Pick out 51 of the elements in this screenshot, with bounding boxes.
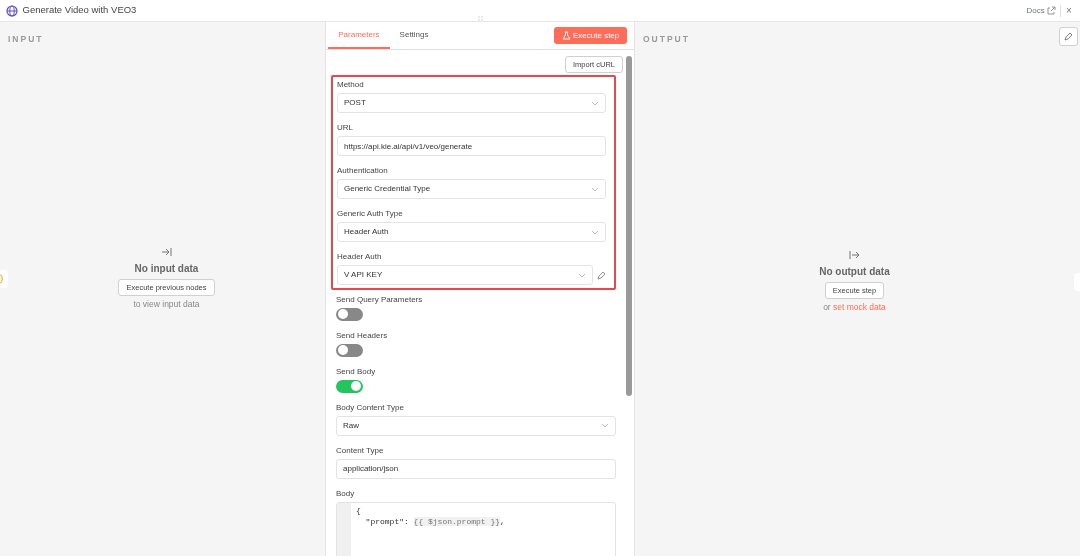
- chevron-down-icon: [577, 272, 586, 278]
- globe-icon: [6, 4, 18, 17]
- arrow-to-bar-icon: [161, 246, 172, 257]
- field-label: Send Query Parameters: [336, 294, 424, 305]
- code-editor[interactable]: { "prompt": {{ $json.prompt }},: [336, 501, 616, 556]
- scrollbar[interactable]: [626, 56, 632, 396]
- empty-message: No input data: [134, 262, 199, 277]
- select-field[interactable]: Raw: [336, 415, 616, 436]
- toggle-switch[interactable]: [336, 307, 363, 321]
- input-field[interactable]: application/json: [336, 458, 616, 479]
- field-label: Header Auth: [337, 252, 383, 263]
- field-label: Send Body: [336, 366, 377, 377]
- select-field[interactable]: POST: [337, 93, 606, 114]
- flask-icon: [561, 31, 571, 40]
- arrow-from-bar-icon: [849, 249, 860, 260]
- drag-handle-icon[interactable]: [478, 16, 483, 21]
- panel-heading: INPUT: [7, 33, 45, 46]
- code-line: {: [355, 505, 362, 516]
- code-line: "prompt": {{ $json.prompt }},: [364, 516, 505, 527]
- chevron-down-icon: [591, 229, 599, 235]
- field-label: Method: [337, 80, 365, 91]
- field-label: Authentication: [337, 166, 389, 177]
- empty-message: No output data: [819, 265, 890, 280]
- pencil-icon: [1064, 32, 1073, 41]
- field-label: Send Headers: [336, 330, 389, 341]
- close-button[interactable]: ×: [1065, 3, 1072, 18]
- panel-heading: OUTPUT: [642, 33, 691, 46]
- field-label: URL: [337, 123, 354, 134]
- chevron-down-icon: [601, 423, 609, 429]
- curly-brace-icon: [0, 273, 4, 284]
- field-label: Generic Auth Type: [337, 209, 404, 220]
- select-field[interactable]: Generic Credential Type: [337, 179, 606, 200]
- select-field[interactable]: Header Auth: [337, 222, 606, 243]
- field-label: Content Type: [336, 445, 385, 456]
- field-label: Body: [336, 488, 356, 499]
- external-link-icon: [1046, 6, 1056, 15]
- chevron-down-icon: [591, 186, 599, 192]
- tab[interactable]: Settings: [389, 22, 439, 49]
- pencil-icon[interactable]: [597, 270, 606, 280]
- input-field[interactable]: https://api.kie.ai/api/v1/veo/generate: [337, 136, 606, 157]
- window-title: Generate Video with VEO3: [22, 3, 137, 18]
- toggle-switch[interactable]: [336, 379, 363, 393]
- docs-link[interactable]: Docs: [1026, 4, 1056, 17]
- chevron-down-icon: [591, 100, 599, 106]
- hint-text: to view input data: [133, 297, 200, 311]
- field-label: Body Content Type: [336, 402, 405, 413]
- side-tab[interactable]: [0, 269, 8, 288]
- select-field[interactable]: V API KEY: [337, 265, 593, 286]
- toggle-switch[interactable]: [336, 343, 363, 357]
- hint-text: or: [823, 300, 831, 314]
- edit-button[interactable]: [1059, 27, 1078, 46]
